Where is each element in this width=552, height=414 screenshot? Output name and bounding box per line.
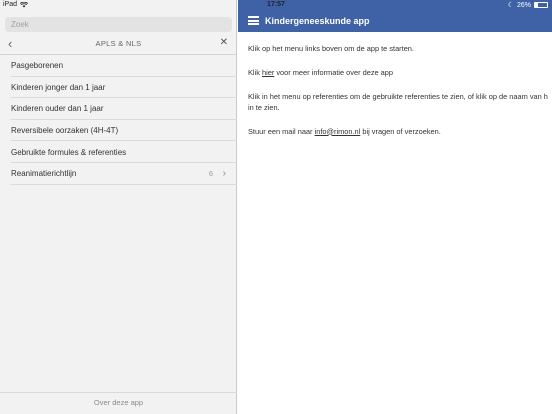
menu-item-label: Reversibele oorzaken (4H-4T) [11,126,119,136]
menu-item-pasgeborenen[interactable]: Pasgeborenen [0,55,237,77]
sidebar-nav-title: APLS & NLS [95,39,142,48]
main-content: Klik op het menu links boven om de app t… [248,44,552,151]
menu-item-label: Kinderen jonger dan 1 jaar [11,82,106,92]
text: voor meer informatie over deze app [274,68,394,77]
info-paragraph: Klik hier voor meer informatie over deze… [248,68,552,79]
menu-item-label: Reanimatierichtlijn [11,169,77,179]
menu-item-label: Pasgeborenen [11,61,64,71]
search-input[interactable] [5,17,232,32]
menu-item-ouder-dan-1-jaar[interactable]: Kinderen ouder dan 1 jaar [0,98,237,120]
contact-paragraph: Stuur een mail naar info@rimon.nl bij vr… [248,127,552,138]
text: Klik [248,68,262,77]
close-icon[interactable]: ✕ [220,37,228,48]
info-link[interactable]: hier [262,68,274,77]
text: Klik in het menu op referenties om de ge… [248,92,548,101]
email-link[interactable]: info@rimon.nl [315,127,361,136]
status-bar: iPad 17:57 ☾ 26% [0,0,552,11]
hamburger-menu-icon[interactable] [248,16,259,25]
menu-item-formules-referenties[interactable]: Gebruikte formules & referenties [0,141,237,163]
app-title: Kindergeneeskunde app [265,16,370,26]
item-count-badge: 6 [208,169,213,179]
battery-percent: 26% [516,1,531,9]
menu-item-label: Gebruikte formules & referenties [11,147,127,157]
sidebar-nav-bar: ‹ APLS & NLS ✕ [0,34,237,54]
menu-list: Pasgeborenen Kinderen jonger dan 1 jaar … [0,55,237,185]
menu-item-reanimatierichtlijn[interactable]: Reanimatierichtlijn 6 › [0,163,237,185]
chevron-right-icon: › [222,168,226,180]
sidebar: ‹ APLS & NLS ✕ Pasgeborenen Kinderen jon… [0,0,237,414]
clock: 17:57 [267,1,285,8]
battery-icon [534,2,550,8]
search-bar [5,14,232,32]
text: bij vragen of verzoeken. [360,126,441,136]
moon-icon: ☾ [507,2,514,9]
text: Stuur een mail naar [248,126,315,136]
about-app-link[interactable]: Over deze app [0,398,237,407]
menu-item-jonger-dan-1-jaar[interactable]: Kinderen jonger dan 1 jaar [0,77,237,99]
references-paragraph: Klik in het menu op referenties om de ge… [248,92,552,113]
text: in te zien. [248,102,280,112]
menu-item-label: Kinderen ouder dan 1 jaar [11,104,104,114]
divider [0,392,237,393]
intro-text: Klik op het menu links boven om de app t… [248,44,414,53]
menu-item-reversibele-oorzaken[interactable]: Reversibele oorzaken (4H-4T) [0,120,237,142]
